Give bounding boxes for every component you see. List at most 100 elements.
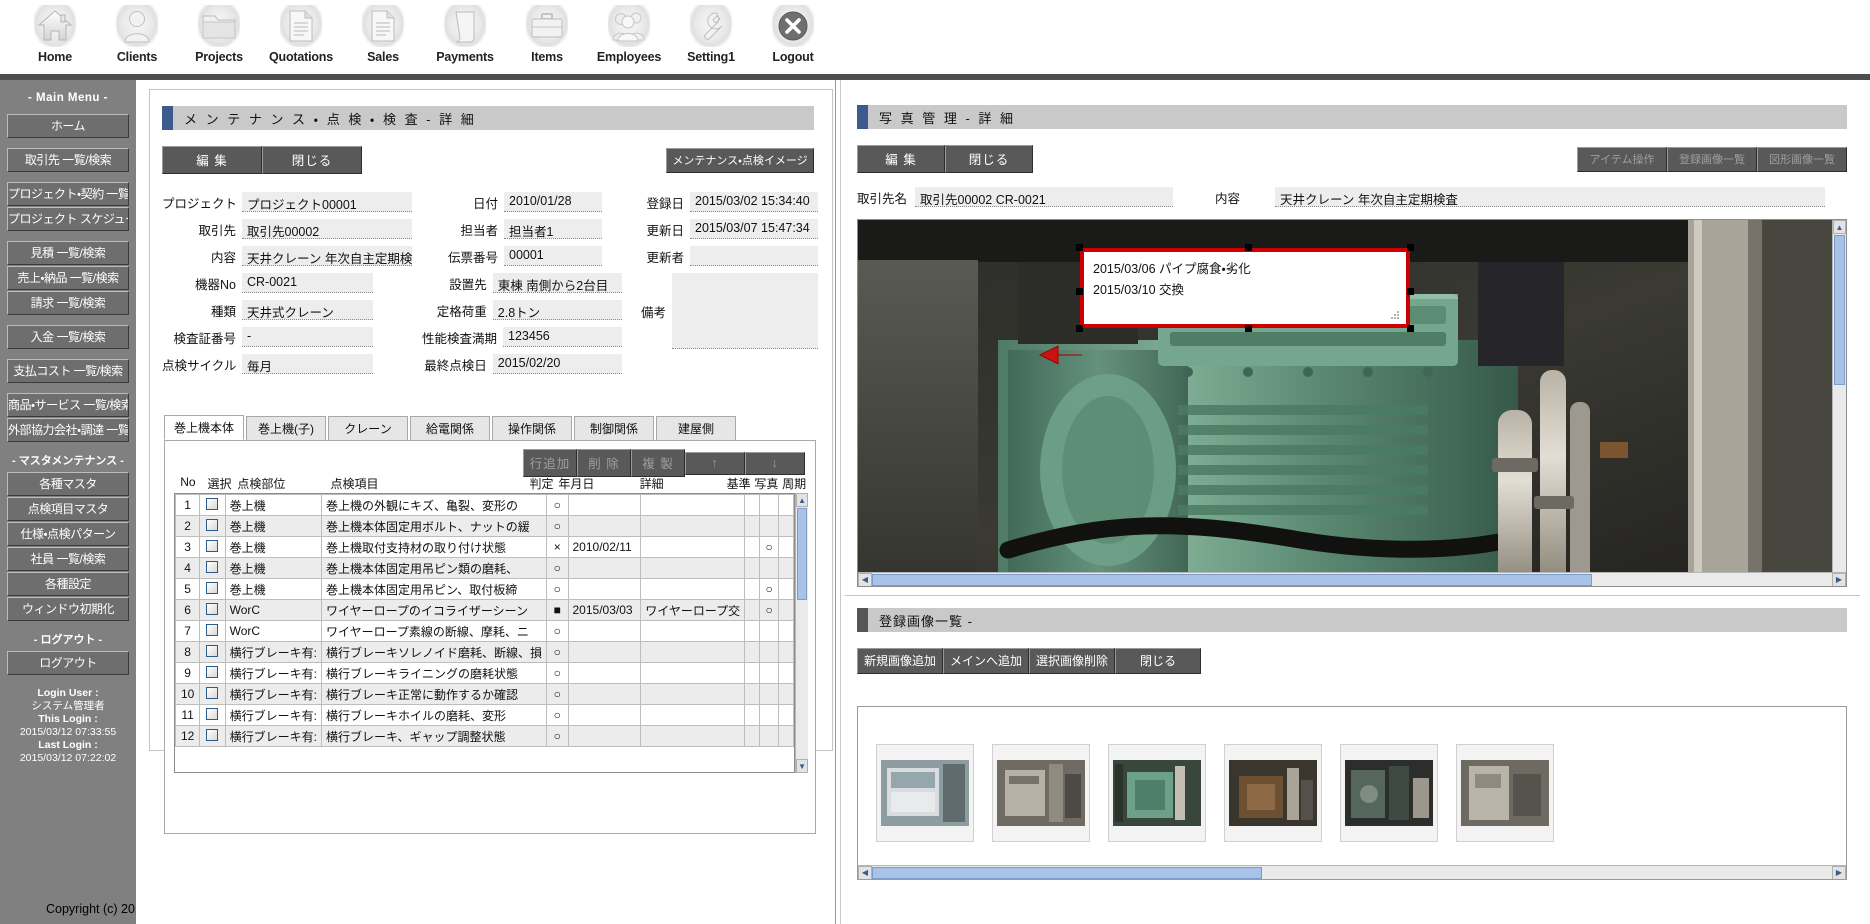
top-item-projects[interactable]: Projects <box>178 0 260 64</box>
top-item-logout[interactable]: Logout <box>752 0 834 64</box>
cell-select[interactable] <box>199 683 226 705</box>
cell-select[interactable] <box>199 536 226 558</box>
cell-select[interactable] <box>199 515 226 537</box>
selection-handle-se[interactable] <box>1407 325 1414 332</box>
field-value[interactable]: 2010/01/28 <box>504 192 602 212</box>
resize-grip-icon[interactable] <box>1389 309 1401 321</box>
maintenance-image-button[interactable]: メンテナンス・点検イメージ <box>666 147 814 173</box>
top-item-items[interactable]: Items <box>506 0 588 64</box>
row-checkbox[interactable] <box>206 686 219 699</box>
table-row[interactable]: 10 横行ブレーキ有: 横行ブレーキ正常に動作するか確認 ○ <box>175 683 795 705</box>
table-row[interactable]: 7 WorC ワイヤーロープ素線の断線、摩耗、ニ ○ <box>175 620 795 642</box>
sidebar-item-project-contract-list[interactable]: プロジェクト・契約 一覧 <box>7 182 129 206</box>
table-row[interactable]: 3 巻上機 巻上機取付支持材の取り付け状態 × 2010/02/11 ○ <box>175 536 795 558</box>
field-value[interactable]: 2.8トン <box>492 300 622 320</box>
photo-horizontal-scrollbar[interactable]: ◀ ▶ <box>858 572 1846 586</box>
row-checkbox[interactable] <box>206 560 219 573</box>
table-row[interactable]: 11 横行ブレーキ有: 横行ブレーキホイルの磨耗、変形 ○ <box>175 704 795 726</box>
tab-power-supply[interactable]: 給電関係 <box>410 416 490 440</box>
field-value-content[interactable]: 天井クレーン 年次自主定期検査 <box>1275 187 1825 207</box>
item-operation-button[interactable]: アイテム操作 <box>1577 146 1667 172</box>
table-row[interactable]: 12 横行ブレーキ有: 横行ブレーキ、ギャップ調整状態 ○ <box>175 725 795 747</box>
add-new-image-button[interactable]: 新規画像追加 <box>857 648 943 674</box>
photo-viewer[interactable]: 2015/03/06 パイプ腐食・劣化 2015/03/10 交換 ▲ ◀ ▶ <box>857 219 1847 587</box>
sidebar-item-logout[interactable]: ログアウト <box>7 651 129 675</box>
thumb-hscroll-track[interactable] <box>872 866 1832 879</box>
sidebar-item-employee-list[interactable]: 社員 一覧/検索 <box>7 547 129 571</box>
row-checkbox[interactable] <box>206 728 219 741</box>
photo-hscroll-track[interactable] <box>872 573 1832 586</box>
add-row-button[interactable]: 行追加 <box>523 449 577 477</box>
field-value[interactable]: 00001 <box>504 246 602 266</box>
photo-close-button[interactable]: 閉じる <box>945 145 1033 173</box>
row-checkbox[interactable] <box>206 665 219 678</box>
cell-select[interactable] <box>199 557 226 579</box>
delete-selected-image-button[interactable]: 選択画像削除 <box>1029 648 1115 674</box>
grid-vertical-scrollbar[interactable]: ▲ ▼ <box>795 493 808 773</box>
thumb-hscroll-thumb[interactable] <box>872 866 1262 879</box>
selection-handle-sw[interactable] <box>1076 325 1083 332</box>
sidebar-item-receipt-list[interactable]: 入金 一覧/検索 <box>7 325 129 349</box>
top-item-setting1[interactable]: Setting1 <box>670 0 752 64</box>
scroll-down-icon[interactable]: ▼ <box>796 759 808 773</box>
sidebar-item-clients[interactable]: 取引先 一覧/検索 <box>7 148 129 172</box>
thumbnail-item[interactable] <box>992 744 1090 842</box>
sidebar-item-master-various[interactable]: 各種マスタ <box>7 472 129 496</box>
tab-hoist-sub[interactable]: 巻上機(子) <box>246 416 326 440</box>
thumbnail-item[interactable] <box>876 744 974 842</box>
figure-image-list-button[interactable]: 図形画像一覧 <box>1757 146 1847 172</box>
top-item-quotations[interactable]: Quotations <box>260 0 342 64</box>
sidebar-item-payment-cost-list[interactable]: 支払コスト 一覧/検索 <box>7 359 129 383</box>
sidebar-item-quotation-list[interactable]: 見積 一覧/検索 <box>7 241 129 265</box>
table-row[interactable]: 2 巻上機 巻上機本体固定用ボルト、ナットの緩 ○ <box>175 515 795 537</box>
cell-select[interactable] <box>199 725 226 747</box>
scroll-track[interactable] <box>796 507 808 759</box>
table-row[interactable]: 4 巻上機 巻上機本体固定用吊ピン類の磨耗、 ○ <box>175 557 795 579</box>
move-up-button[interactable]: ↑ <box>685 451 745 475</box>
remarks-textarea[interactable] <box>672 273 818 349</box>
photo-edit-button[interactable]: 編 集 <box>857 145 945 173</box>
table-row[interactable]: 6 WorC ワイヤーロープのイコライザーシーン ■ 2015/03/03 ワイ… <box>175 599 795 621</box>
top-item-clients[interactable]: Clients <box>96 0 178 64</box>
top-item-sales[interactable]: Sales <box>342 0 424 64</box>
cell-select[interactable] <box>199 662 226 684</box>
thumbnail-item[interactable] <box>1224 744 1322 842</box>
field-value[interactable]: 天井クレーン 年次自主定期検査 <box>242 246 412 266</box>
field-value[interactable]: - <box>242 327 373 347</box>
field-value[interactable]: CR-0021 <box>242 273 373 293</box>
photo-vertical-scrollbar[interactable]: ▲ ▼ <box>1832 220 1846 586</box>
thumb-scroll-right-icon[interactable]: ▶ <box>1832 865 1846 879</box>
scroll-thumb[interactable] <box>797 508 807 600</box>
cell-select[interactable] <box>199 494 226 516</box>
thumb-scroll-left-icon[interactable]: ◀ <box>858 865 872 879</box>
row-checkbox[interactable] <box>206 707 219 720</box>
sidebar-item-window-reset[interactable]: ウィンドウ初期化 <box>7 597 129 621</box>
row-checkbox[interactable] <box>206 602 219 615</box>
sidebar-item-home[interactable]: ホーム <box>7 114 129 138</box>
cell-select[interactable] <box>199 704 226 726</box>
selection-handle-ne[interactable] <box>1407 244 1414 251</box>
move-down-button[interactable]: ↓ <box>745 451 805 475</box>
photo-scroll-up-icon[interactable]: ▲ <box>1833 220 1846 234</box>
cell-select[interactable] <box>199 620 226 642</box>
sidebar-item-various-settings[interactable]: 各種設定 <box>7 572 129 596</box>
cell-select[interactable] <box>199 599 226 621</box>
photo-scroll-left-icon[interactable]: ◀ <box>858 572 872 586</box>
row-checkbox[interactable] <box>206 581 219 594</box>
table-row[interactable]: 1 巻上機 巻上機の外観にキズ、亀裂、変形の ○ <box>175 494 795 516</box>
cell-select[interactable] <box>199 641 226 663</box>
sidebar-item-partner-procurement-list[interactable]: 外部協力会社・調達 一覧 <box>7 418 129 442</box>
table-row[interactable]: 8 横行ブレーキ有: 横行ブレーキソレノイド磨耗、断線、損 ○ <box>175 641 795 663</box>
edit-button[interactable]: 編 集 <box>162 146 262 174</box>
field-value[interactable]: 2015/02/20 <box>492 354 622 374</box>
thumbnail-item[interactable] <box>1340 744 1438 842</box>
row-checkbox[interactable] <box>206 539 219 552</box>
field-value-client-name[interactable]: 取引先00002 CR-0021 <box>915 187 1173 207</box>
tab-hoist-body[interactable]: 巻上機本体 <box>164 415 244 440</box>
top-item-payments[interactable]: Payments <box>424 0 506 64</box>
selection-handle-w[interactable] <box>1076 288 1083 295</box>
duplicate-row-button[interactable]: 複 製 <box>631 449 685 477</box>
field-value[interactable]: 2015/03/02 15:34:40 <box>690 192 818 212</box>
table-row[interactable]: 5 巻上機 巻上機本体固定用吊ピン、取付板締 ○ ○ <box>175 578 795 600</box>
tab-operation[interactable]: 操作関係 <box>492 416 572 440</box>
